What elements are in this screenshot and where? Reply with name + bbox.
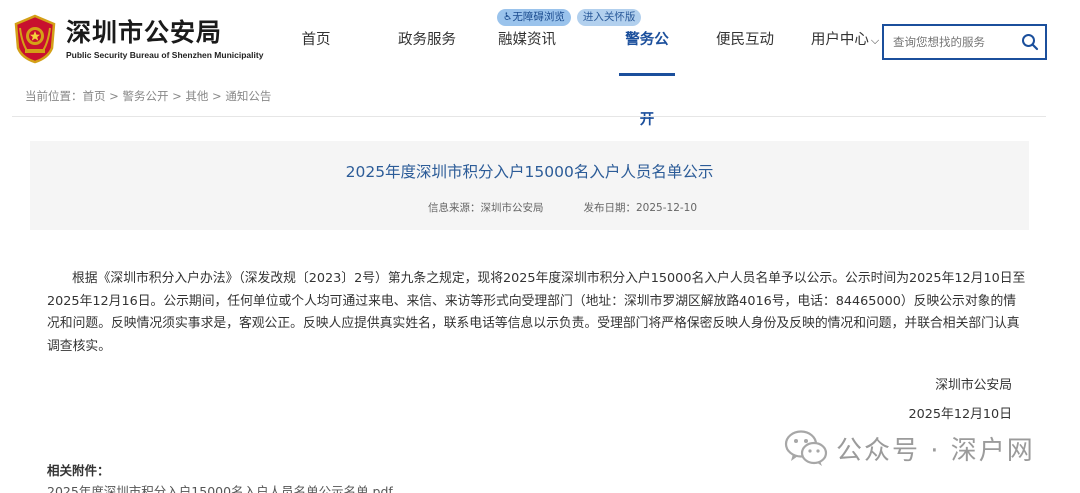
nav-item-government-services[interactable]: 政务服务 xyxy=(377,0,477,80)
article-header: 2025年度深圳市积分入户15000名入户人员名单公示 信息来源：深圳市公安局 发… xyxy=(30,141,1029,230)
nav-item-public-interaction[interactable]: 便民互动 xyxy=(695,0,795,80)
watermark-text: 公众号 · 深户网 xyxy=(836,435,1035,466)
search-box xyxy=(882,24,1047,60)
police-emblem-icon xyxy=(14,14,56,64)
wechat-icon xyxy=(784,430,828,466)
publish-date: 发布日期：2025-12-10 xyxy=(583,202,698,214)
article-signature: 深圳市公安局 xyxy=(935,378,1012,393)
article-meta: 信息来源：深圳市公安局 发布日期：2025-12-10 xyxy=(428,200,697,215)
info-source: 信息来源：深圳市公安局 xyxy=(428,202,544,214)
article-title: 2025年度深圳市积分入户15000名入户人员名单公示 xyxy=(345,163,714,181)
nav-item-media-news[interactable]: 融媒资讯 xyxy=(477,0,577,80)
chevron-down-icon: ⌵ xyxy=(870,34,880,47)
site-logo[interactable]: 深圳市公安局 Public Security Bureau of Shenzhe… xyxy=(12,14,263,64)
search-input[interactable] xyxy=(884,26,1014,58)
article-body: 根据《深圳市积分入户办法》（深发改规〔2023〕2号）第九条之规定，现将2025… xyxy=(47,271,1026,354)
site-header: 深圳市公安局 Public Security Bureau of Shenzhe… xyxy=(0,0,1080,128)
article-sign-date: 2025年12月10日 xyxy=(908,407,1012,422)
site-title: 深圳市公安局 xyxy=(66,18,223,47)
attachment-label: 相关附件： xyxy=(47,463,110,478)
breadcrumb[interactable]: 当前位置：首页 > 警务公开 > 其他 > 通知公告 xyxy=(25,88,271,104)
site-title-en: Public Security Bureau of Shenzhen Munic… xyxy=(66,50,264,60)
nav-item-user-center[interactable]: 用户中心 ⌵ xyxy=(795,0,895,80)
divider xyxy=(12,116,1046,117)
nav-item-police-affairs[interactable]: 警务公开 xyxy=(619,0,675,128)
nav-item-home[interactable]: 首页 xyxy=(280,0,352,80)
attachment-link[interactable]: 2025年度深圳市积分入户15000名入户人员名单公示名单.pdf xyxy=(47,481,393,493)
search-icon[interactable] xyxy=(1021,33,1039,51)
nav-item-label: 用户中心 xyxy=(810,32,869,48)
main-nav: 首页 政务服务 融媒资讯 警务公开 便民互动 用户中心 ⌵ xyxy=(280,0,895,128)
watermark: 公众号 · 深户网 xyxy=(784,428,1035,468)
